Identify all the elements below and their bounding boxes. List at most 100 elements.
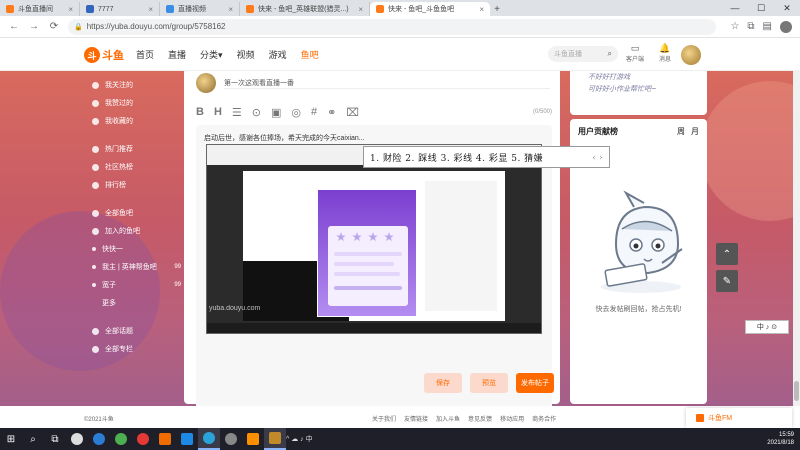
notification-toast[interactable]: 斗鱼FM bbox=[686, 408, 792, 428]
scroll-top-button[interactable]: ⌃ bbox=[716, 243, 738, 265]
nav-live[interactable]: 直播 bbox=[168, 48, 186, 61]
page-scrollbar[interactable] bbox=[793, 71, 800, 406]
embedded-screenshot: yuba.douyu.com bbox=[206, 144, 542, 334]
link-icon[interactable]: ⚭ bbox=[327, 106, 336, 119]
extensions-icon[interactable]: ⧉ bbox=[747, 21, 754, 33]
browser-tab-active[interactable]: 快来 - 鱼吧_斗鱼鱼吧 × bbox=[370, 2, 490, 16]
nav-home[interactable]: 首页 bbox=[136, 48, 154, 61]
minimize-icon[interactable]: — bbox=[722, 0, 748, 16]
forward-icon[interactable]: → bbox=[28, 21, 40, 32]
footer-link[interactable]: 友情链接 bbox=[404, 414, 428, 423]
browser-tab[interactable]: 斗鱼直播间 × bbox=[0, 2, 80, 16]
messages-button[interactable]: 🔔 消息 bbox=[654, 43, 676, 63]
app-icon[interactable] bbox=[242, 428, 264, 450]
post-title-input[interactable]: 第一次这观看直播一番 bbox=[224, 78, 294, 88]
nav-video[interactable]: 视频 bbox=[237, 48, 255, 61]
bold-icon[interactable]: B bbox=[196, 106, 204, 118]
hashtag-icon[interactable]: # bbox=[311, 106, 317, 118]
close-tab-icon[interactable]: × bbox=[148, 5, 153, 14]
page-arrows-icon[interactable]: ‹ › bbox=[593, 153, 603, 162]
task-view-icon[interactable]: ⧉ bbox=[44, 428, 66, 450]
image-icon[interactable]: ▣ bbox=[271, 106, 281, 119]
embedded-side-column bbox=[425, 181, 497, 311]
save-draft-button[interactable]: 保存 bbox=[424, 373, 462, 393]
collections-icon[interactable]: ▤ bbox=[763, 21, 772, 33]
sidebar-item-following[interactable]: 我关注的 bbox=[86, 76, 181, 94]
profile-avatar[interactable] bbox=[780, 20, 792, 33]
browser-tab[interactable]: 7777 × bbox=[80, 2, 160, 16]
footer-link[interactable]: 关于我们 bbox=[372, 414, 396, 423]
app-icon[interactable] bbox=[66, 428, 88, 450]
taskbar-clock[interactable]: 15:59 2021/8/18 bbox=[767, 431, 794, 447]
star-icon[interactable]: ☆ bbox=[730, 21, 739, 33]
system-tray[interactable]: ^ ☁ ♪ 中 bbox=[286, 434, 313, 444]
back-icon[interactable]: ← bbox=[8, 21, 20, 32]
tab-week[interactable]: 周 bbox=[677, 126, 685, 137]
search-icon[interactable]: ⌕ bbox=[608, 49, 612, 59]
camera-icon[interactable]: ◎ bbox=[291, 106, 301, 119]
browser-tab[interactable]: 快来 - 鱼吧_英雄联盟(猎灵...) × bbox=[240, 2, 370, 16]
sidebar-item-liked[interactable]: 我赞过的 bbox=[86, 94, 181, 112]
client-download-button[interactable]: ▭ 客户端 bbox=[624, 43, 646, 63]
sidebar-joined-group[interactable]: 宽子 99 bbox=[86, 276, 181, 294]
sidebar-item-ranking[interactable]: 排行榜 bbox=[86, 176, 181, 194]
app-icon[interactable] bbox=[110, 428, 132, 450]
nav-category[interactable]: 分类▾ bbox=[200, 48, 223, 61]
ime-candidate-list[interactable]: 1. 财险 2. 踩线 3. 彩线 4. 彩显 5. 猜嫌 ‹ › bbox=[363, 146, 610, 168]
app-icon[interactable] bbox=[176, 428, 198, 450]
heading-icon[interactable]: H bbox=[214, 106, 222, 118]
close-tab-icon[interactable]: × bbox=[68, 5, 73, 14]
reload-icon[interactable]: ⟳ bbox=[48, 21, 60, 32]
close-tab-icon[interactable]: × bbox=[228, 5, 233, 14]
edit-post-button[interactable]: ✎ bbox=[716, 270, 738, 292]
edge-browser-icon[interactable] bbox=[198, 428, 220, 450]
close-tab-icon[interactable]: × bbox=[479, 5, 484, 14]
search-input[interactable]: 斗鱼直播 ⌕ bbox=[548, 46, 618, 62]
sidebar-item-columns[interactable]: 全部专栏 bbox=[86, 340, 181, 358]
bg-decoration bbox=[700, 81, 800, 221]
sidebar-item-label: 宽子 bbox=[102, 282, 116, 289]
sidebar-more[interactable]: 更多 bbox=[86, 294, 181, 312]
url-input[interactable]: 🔒 https://yuba.douyu.com/group/5758162 bbox=[68, 18, 717, 35]
app-icon[interactable] bbox=[132, 428, 154, 450]
sidebar-item-topics[interactable]: 全部话题 bbox=[86, 322, 181, 340]
close-window-icon[interactable]: ✕ bbox=[774, 0, 800, 16]
footer-link[interactable]: 意见反馈 bbox=[468, 414, 492, 423]
video-icon[interactable]: ⊙ bbox=[252, 106, 261, 119]
footer-link[interactable]: 商务合作 bbox=[532, 414, 556, 423]
sidebar-item-all-groups[interactable]: 全部鱼吧 bbox=[86, 204, 181, 222]
sidebar-item-trending[interactable]: 社区热榜 bbox=[86, 158, 181, 176]
douyu-logo[interactable]: 斗 斗鱼 bbox=[84, 44, 126, 66]
sidebar-item-favorites[interactable]: 我收藏的 bbox=[86, 112, 181, 130]
sidebar-item-joined[interactable]: 加入的鱼吧 bbox=[86, 222, 181, 240]
scrollbar-thumb[interactable] bbox=[794, 381, 799, 401]
nav-games[interactable]: 游戏 bbox=[269, 48, 287, 61]
publish-button[interactable]: 发布帖子 bbox=[516, 373, 554, 393]
nav-yuba[interactable]: 鱼吧 bbox=[301, 48, 319, 61]
app-icon[interactable] bbox=[220, 428, 242, 450]
list-icon[interactable]: ☰ bbox=[232, 106, 242, 119]
sidebar-joined-group[interactable]: 快快一 bbox=[86, 240, 181, 258]
footer-link[interactable]: 加入斗鱼 bbox=[436, 414, 460, 423]
windows-start-icon[interactable]: ⊞ bbox=[0, 428, 22, 450]
sidebar-joined-group[interactable]: 我主 | 英神帮鱼吧 99 bbox=[86, 258, 181, 276]
sidebar-item-label: 全部鱼吧 bbox=[105, 210, 133, 217]
maximize-icon[interactable]: ☐ bbox=[748, 0, 774, 16]
search-icon[interactable]: ⌕ bbox=[22, 428, 44, 450]
footer-link[interactable]: 移动应用 bbox=[500, 414, 524, 423]
sidebar-item-hot[interactable]: 热门推荐 bbox=[86, 140, 181, 158]
browser-tab[interactable]: 直播视频 × bbox=[160, 2, 240, 16]
ime-status-bar[interactable]: 中 ♪ ⊙ bbox=[745, 320, 789, 334]
tab-month[interactable]: 月 bbox=[691, 126, 699, 137]
new-tab-button[interactable]: + bbox=[490, 2, 504, 16]
gift-icon[interactable]: ⌧ bbox=[346, 106, 359, 119]
user-avatar[interactable] bbox=[681, 45, 701, 65]
embedded-watermark: yuba.douyu.com bbox=[209, 305, 261, 312]
preview-button[interactable]: 预览 bbox=[470, 373, 508, 393]
app-icon[interactable] bbox=[88, 428, 110, 450]
app-icon[interactable] bbox=[264, 428, 286, 450]
clock-date: 2021/8/18 bbox=[767, 440, 794, 446]
app-icon[interactable] bbox=[154, 428, 176, 450]
close-tab-icon[interactable]: × bbox=[358, 5, 363, 14]
trophy-icon bbox=[92, 181, 99, 189]
